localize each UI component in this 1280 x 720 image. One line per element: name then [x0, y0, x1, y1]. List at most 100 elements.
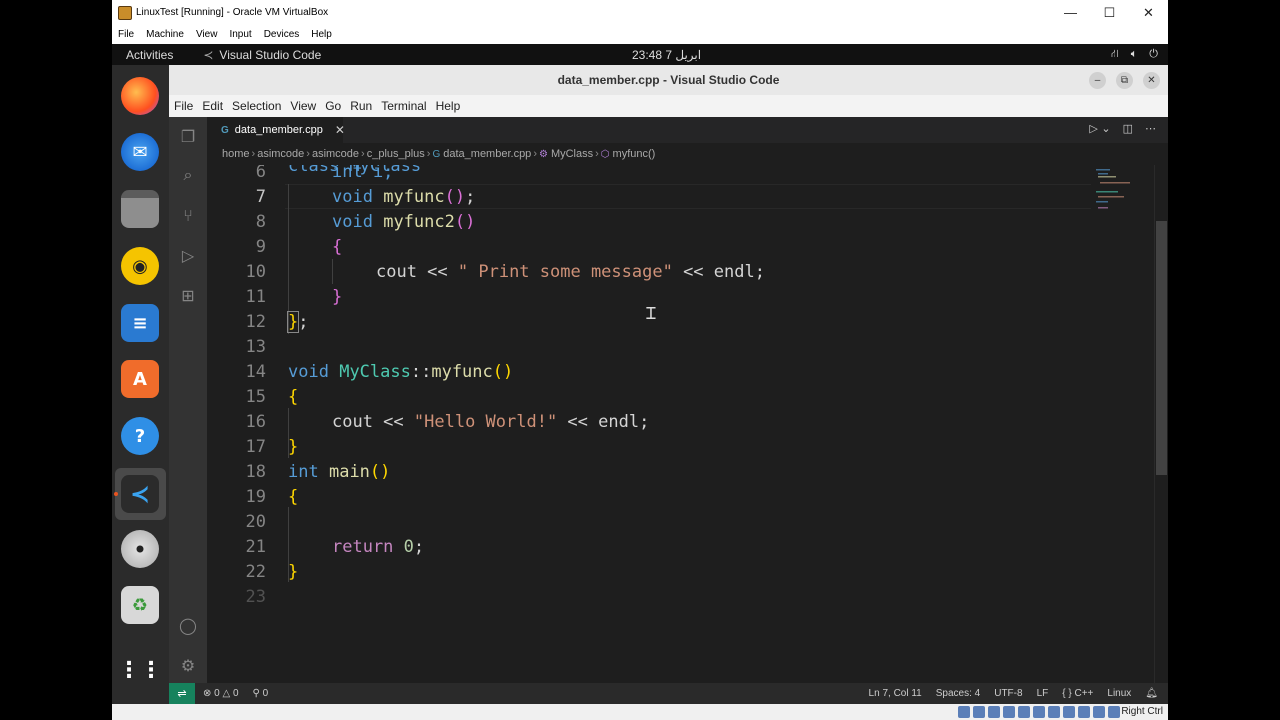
- ubuntu-dock: ✉ ◉ ≡ A ? ≺ ♻ ⋮⋮: [112, 65, 169, 704]
- firefox-icon[interactable]: [121, 77, 159, 115]
- rhythmbox-icon[interactable]: ◉: [121, 247, 159, 285]
- host-key-label: Right Ctrl: [1121, 706, 1163, 717]
- help-icon[interactable]: ?: [121, 417, 159, 455]
- crumb-method[interactable]: myfunc(): [613, 148, 656, 160]
- code-token: " Print some message": [457, 261, 673, 282]
- menu-terminal[interactable]: Terminal: [381, 99, 426, 113]
- menu-selection[interactable]: Selection: [232, 99, 281, 113]
- vb-menu-devices[interactable]: Devices: [264, 29, 300, 40]
- maximize-icon[interactable]: ☐: [1090, 5, 1129, 21]
- crumb-class[interactable]: MyClass: [551, 148, 593, 160]
- cursor-position[interactable]: Ln 7, Col 11: [869, 688, 922, 699]
- menu-help[interactable]: Help: [436, 99, 461, 113]
- trash-icon[interactable]: ♻: [121, 586, 159, 624]
- code-token: return: [332, 536, 394, 557]
- app-menu[interactable]: ≺ Visual Studio Code: [203, 48, 321, 62]
- tab-close-icon[interactable]: ✕: [335, 123, 345, 137]
- menu-view[interactable]: View: [290, 99, 316, 113]
- show-apps-icon[interactable]: ⋮⋮: [118, 651, 162, 689]
- vscode-minimize-icon[interactable]: –: [1089, 71, 1106, 89]
- crumb-file[interactable]: data_member.cpp: [443, 148, 531, 160]
- mouse-integration-icon: [1093, 706, 1105, 718]
- status-bar: ⇌ ⊗ 0 △ 0 ⚲ 0 Ln 7, Col 11 Spaces: 4 UTF…: [169, 683, 1168, 704]
- notifications-bell-icon[interactable]: 🔔︎: [1145, 688, 1158, 699]
- activities-button[interactable]: Activities: [126, 48, 173, 62]
- menu-edit[interactable]: Edit: [202, 99, 223, 113]
- device-status-icons[interactable]: [958, 706, 1120, 718]
- vb-menu-view[interactable]: View: [196, 29, 218, 40]
- run-debug-icon[interactable]: ▷: [177, 244, 199, 266]
- platform[interactable]: Linux: [1107, 688, 1131, 699]
- gnome-topbar: Activities ≺ Visual Studio Code 23:48 7 …: [112, 44, 1168, 65]
- vb-menu-help[interactable]: Help: [311, 29, 332, 40]
- keyboard-icon: [1108, 706, 1120, 718]
- end-of-line[interactable]: LF: [1037, 688, 1049, 699]
- encoding[interactable]: UTF-8: [994, 688, 1022, 699]
- system-tray[interactable]: ⛙ 🔈︎ ⏻: [1111, 48, 1158, 62]
- crumb-asimcode-2[interactable]: asimcode: [312, 148, 359, 160]
- vertical-scrollbar[interactable]: [1154, 165, 1168, 683]
- code-line: 8 void myfunc2(): [207, 209, 1130, 234]
- code-token: myfunc2: [383, 211, 455, 232]
- vb-menu-input[interactable]: Input: [229, 29, 251, 40]
- problems-indicator[interactable]: ⊗ 0 △ 0: [203, 688, 239, 699]
- code-editor[interactable]: class MyClass 6 int i; 7 void myfunc(); …: [207, 165, 1130, 683]
- code-line: 15 {: [207, 384, 1130, 409]
- tab-data-member-cpp[interactable]: G data_member.cpp ✕: [207, 117, 345, 143]
- app-menu-label: Visual Studio Code: [219, 47, 322, 62]
- language-mode[interactable]: { } C++: [1062, 688, 1093, 699]
- remote-indicator-icon[interactable]: ⇌: [169, 683, 195, 704]
- virtualbox-titlebar: LinuxTest [Running] - Oracle VM VirtualB…: [112, 0, 1168, 25]
- shared-folder-icon: [1033, 706, 1045, 718]
- vb-menu-file[interactable]: File: [118, 29, 134, 40]
- crumb-c-plus-plus[interactable]: c_plus_plus: [367, 148, 425, 160]
- more-actions-icon[interactable]: ⋯: [1145, 122, 1156, 135]
- guest-screen: Activities ≺ Visual Studio Code 23:48 7 …: [112, 44, 1168, 704]
- explorer-icon[interactable]: ❐: [177, 125, 199, 147]
- virtualbox-app-icon: [118, 5, 132, 20]
- menu-run[interactable]: Run: [350, 99, 372, 113]
- ports-indicator[interactable]: ⚲ 0: [253, 688, 269, 699]
- indentation[interactable]: Spaces: 4: [936, 688, 980, 699]
- scrollbar-thumb[interactable]: [1156, 221, 1167, 475]
- code-token: myfunc: [383, 186, 445, 207]
- minimize-icon[interactable]: —: [1051, 5, 1090, 20]
- extensions-icon[interactable]: ⊞: [177, 284, 199, 306]
- close-icon[interactable]: ✕: [1129, 5, 1168, 21]
- code-token: MyClass: [339, 361, 411, 382]
- virtualbox-title: LinuxTest [Running] - Oracle VM VirtualB…: [136, 7, 329, 18]
- vscode-dock-icon[interactable]: ≺: [121, 475, 159, 513]
- vb-menu-machine[interactable]: Machine: [146, 29, 184, 40]
- vscode-restore-icon[interactable]: ⧉: [1116, 71, 1133, 89]
- files-icon[interactable]: [121, 190, 159, 228]
- search-icon[interactable]: ⌕: [177, 164, 199, 186]
- accounts-icon[interactable]: ◯: [177, 614, 199, 636]
- code-line: 19 {: [207, 484, 1130, 509]
- audio-icon: [988, 706, 1000, 718]
- usb-icon: [1018, 706, 1030, 718]
- menu-file[interactable]: File: [174, 99, 193, 113]
- line-number: 17: [245, 436, 266, 457]
- software-center-icon[interactable]: A: [121, 360, 159, 398]
- split-editor-icon[interactable]: ◫: [1123, 122, 1133, 135]
- code-line: 20: [207, 509, 1130, 534]
- line-number: 14: [245, 361, 266, 382]
- code-token: main: [328, 461, 370, 482]
- code-line: 12 };: [207, 309, 1130, 334]
- code-token: << endl;: [557, 411, 650, 432]
- menu-go[interactable]: Go: [325, 99, 341, 113]
- run-file-icon[interactable]: ▷ ⌄: [1089, 122, 1110, 135]
- code-token: void: [332, 186, 373, 207]
- crumb-home[interactable]: home: [222, 148, 250, 160]
- virtualbox-menubar: File Machine View Input Devices Help: [112, 25, 1168, 44]
- crumb-asimcode-1[interactable]: asimcode: [257, 148, 304, 160]
- clock[interactable]: 23:48 7 ابریل: [632, 48, 701, 62]
- thunderbird-icon[interactable]: ✉: [121, 133, 159, 171]
- source-control-icon[interactable]: ⑂: [177, 204, 199, 226]
- libreoffice-writer-icon[interactable]: ≡: [121, 304, 159, 342]
- vscode-close-icon[interactable]: ✕: [1143, 71, 1160, 89]
- minimap[interactable]: [1092, 165, 1154, 683]
- dvd-icon[interactable]: [121, 530, 159, 568]
- cpp-file-icon: G: [221, 124, 229, 136]
- manage-gear-icon[interactable]: ⚙: [177, 654, 199, 676]
